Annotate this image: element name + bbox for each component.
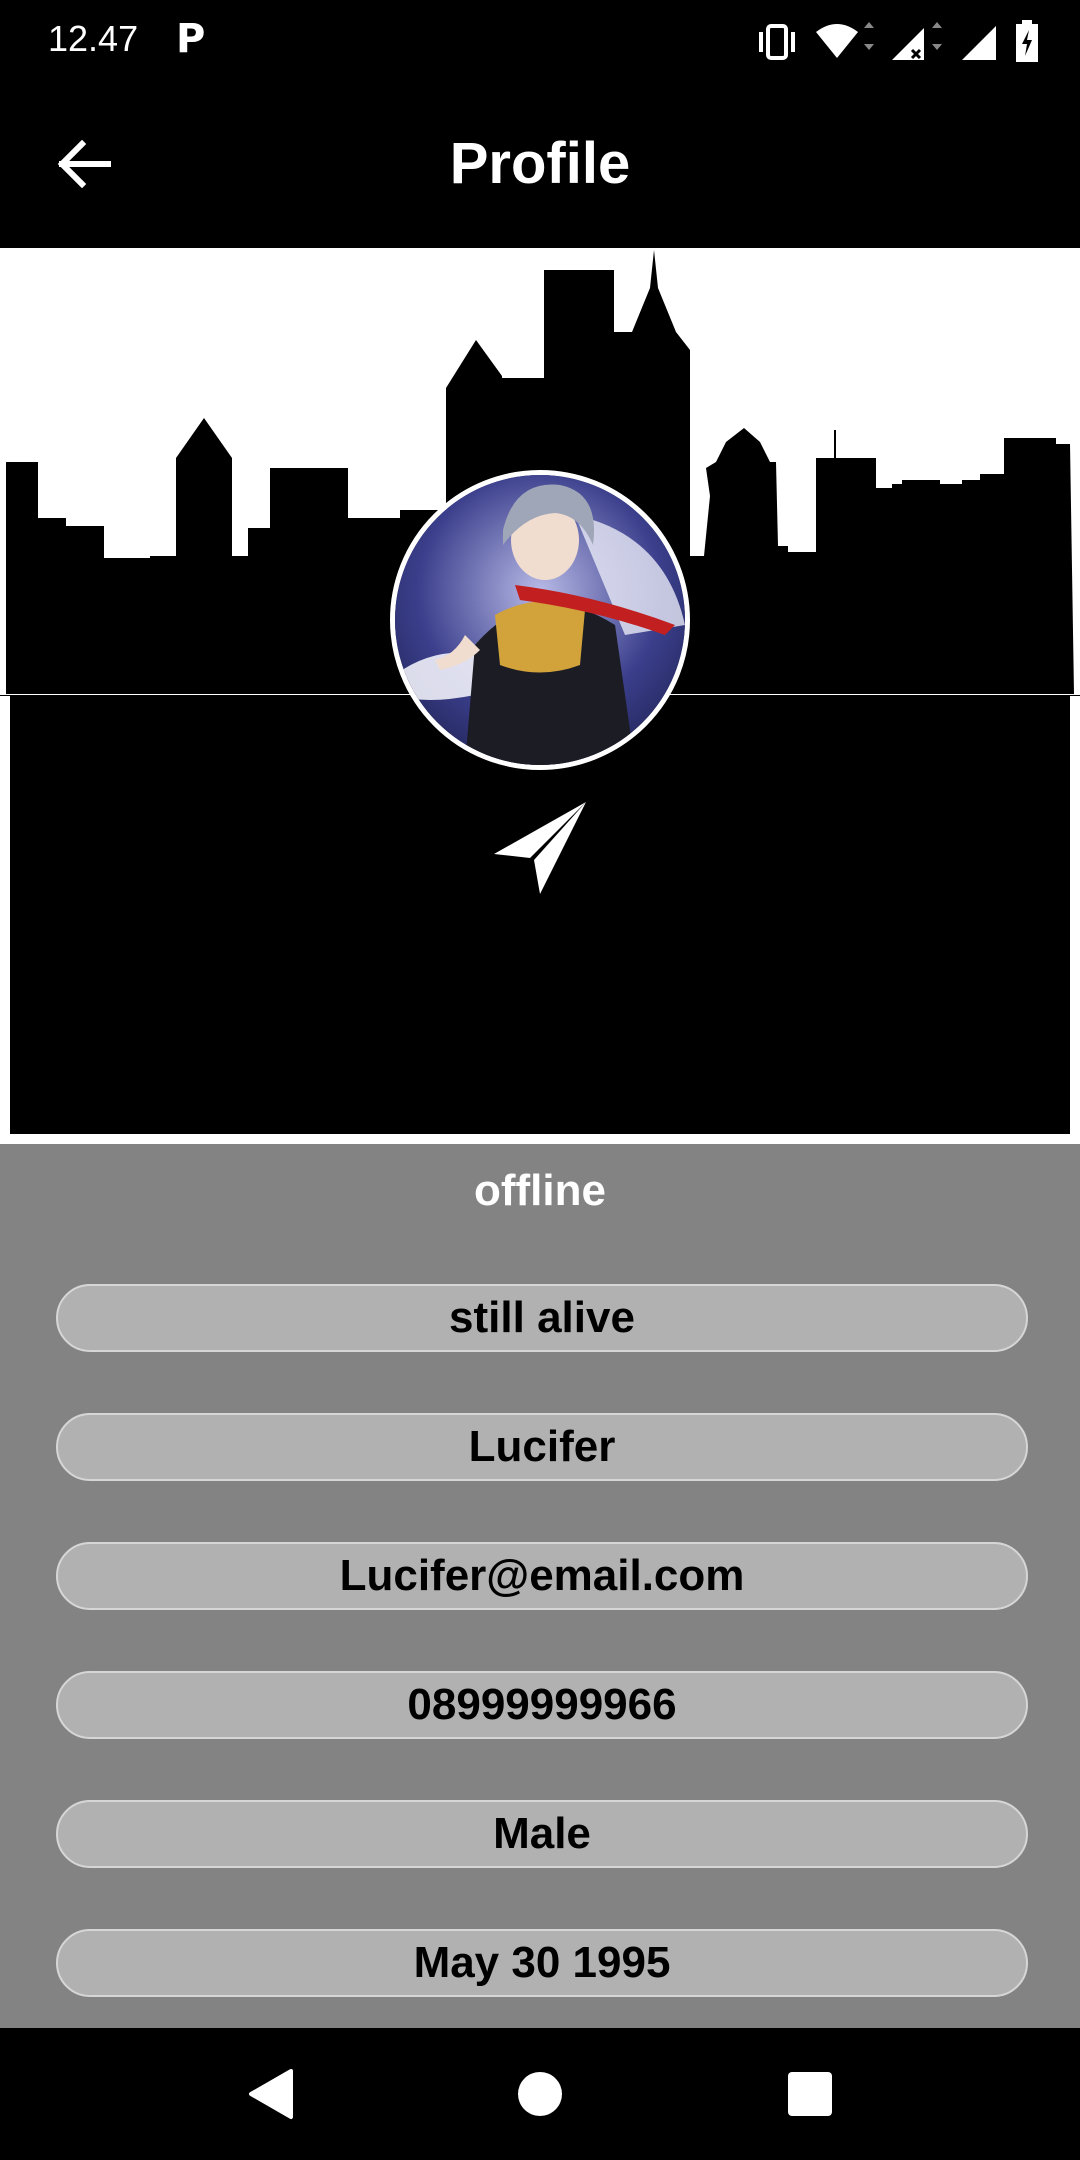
home-circle-icon (518, 2072, 562, 2116)
signal-icon (962, 26, 996, 60)
birthday-field[interactable]: May 30 1995 (56, 1929, 1028, 1997)
avatar-image (395, 475, 685, 765)
email-field[interactable]: Lucifer@email.com (56, 1542, 1028, 1610)
status-icons (754, 18, 1040, 66)
vibrate-icon (759, 24, 795, 60)
bio-field[interactable]: still alive (56, 1284, 1028, 1352)
battery-charging-icon (1016, 20, 1038, 62)
profile-avatar[interactable] (390, 470, 690, 770)
status-bar: 12.47 P (0, 0, 1080, 84)
wifi-icon (816, 22, 874, 58)
signal-x-icon (892, 22, 942, 60)
profile-header (0, 248, 1080, 1144)
nav-home-button[interactable] (510, 2064, 570, 2124)
nav-recents-button[interactable] (780, 2064, 840, 2124)
gender-field[interactable]: Male (56, 1800, 1028, 1868)
system-nav-bar (0, 2028, 1080, 2160)
back-triangle-icon (249, 2069, 293, 2119)
send-icon[interactable] (490, 798, 590, 898)
nav-back-button[interactable] (240, 2064, 300, 2124)
phone-field[interactable]: 08999999966 (56, 1671, 1028, 1739)
app-bar: Profile (0, 84, 1080, 248)
parking-app-indicator: P (176, 16, 206, 62)
recents-square-icon (788, 2072, 832, 2116)
presence-status: offline (474, 1166, 606, 1215)
status-time: 12.47 (48, 18, 139, 59)
profile-info: offline still alive Lucifer Lucifer@emai… (0, 1144, 1080, 2028)
name-field[interactable]: Lucifer (56, 1413, 1028, 1481)
page-title: Profile (449, 131, 631, 196)
